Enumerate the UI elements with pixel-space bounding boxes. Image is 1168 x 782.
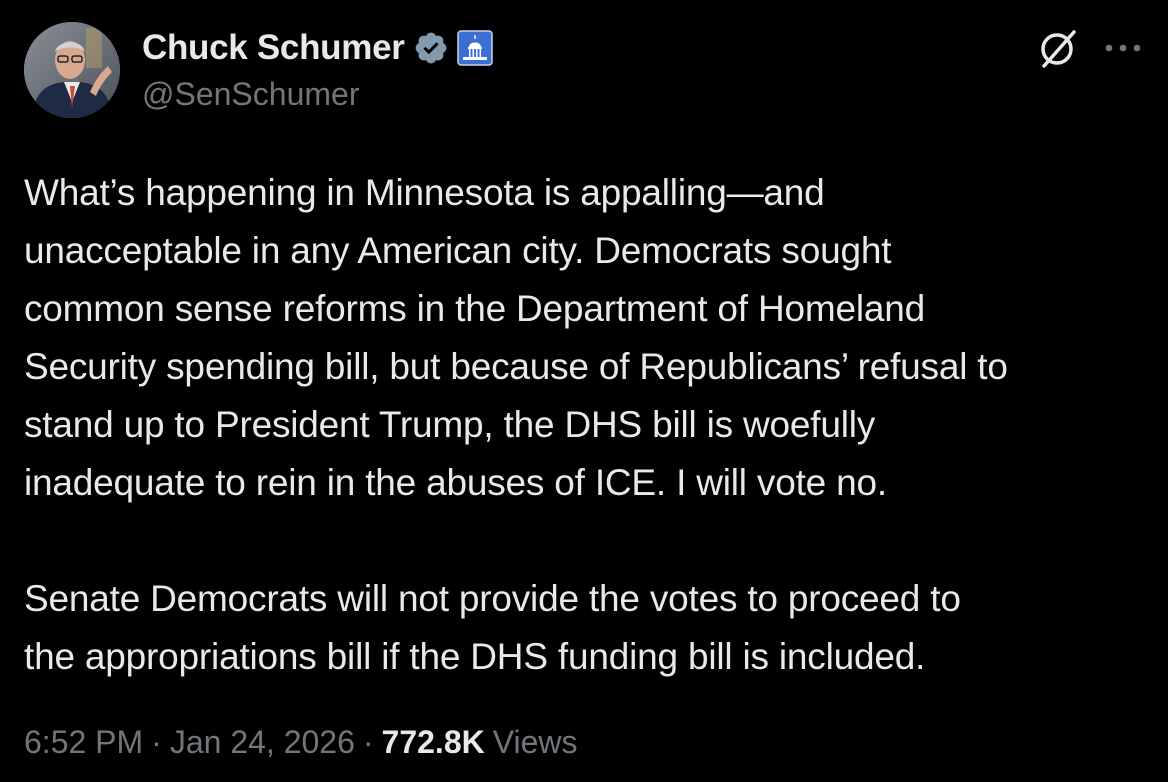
capitol-building-icon[interactable] bbox=[456, 30, 493, 66]
views-count[interactable]: 772.8K bbox=[382, 724, 485, 761]
verified-badge-icon[interactable] bbox=[413, 30, 449, 66]
grok-icon[interactable] bbox=[1036, 26, 1080, 70]
views-label[interactable]: Views bbox=[493, 724, 578, 761]
more-options-icon[interactable] bbox=[1102, 28, 1144, 68]
author-name-row: Chuck Schumer bbox=[142, 26, 493, 70]
tweet-header: Chuck Schumer @SenSchumer bbox=[24, 22, 1144, 122]
avatar-photo bbox=[24, 22, 120, 118]
separator-dot: · bbox=[362, 723, 374, 760]
tweet-date[interactable]: Jan 24, 2026 bbox=[170, 724, 355, 761]
tweet-metadata: 6:52 PM · Jan 24, 2026 · 772.8K Views bbox=[24, 718, 578, 766]
tweet-time[interactable]: 6:52 PM bbox=[24, 724, 143, 761]
separator-dot: · bbox=[151, 723, 162, 760]
tweet-card: Chuck Schumer @SenSchumer What’s happeni… bbox=[0, 0, 1168, 782]
tweet-text: What’s happening in Minnesota is appalli… bbox=[24, 172, 1008, 677]
author-handle[interactable]: @SenSchumer bbox=[142, 76, 359, 113]
author-display-name[interactable]: Chuck Schumer bbox=[142, 28, 405, 68]
avatar[interactable] bbox=[24, 22, 120, 118]
